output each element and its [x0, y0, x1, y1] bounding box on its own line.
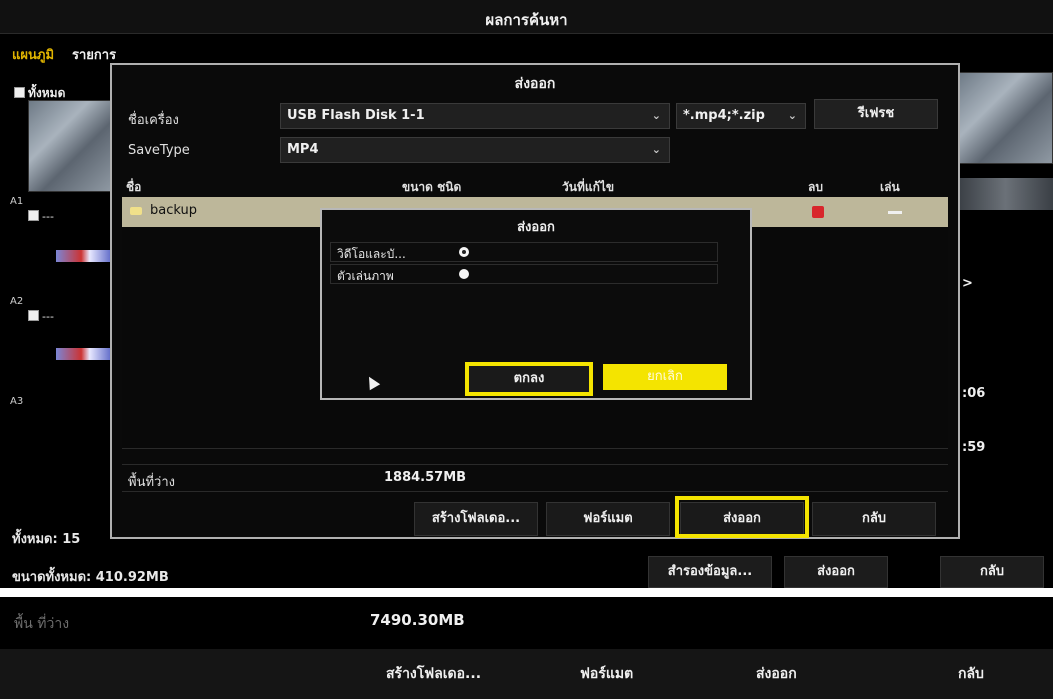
format-button[interactable]: ฟอร์แมต	[580, 663, 633, 685]
video-thumbnail[interactable]	[958, 178, 1053, 210]
free-space-label: พื้น ที่ว่าง	[14, 616, 70, 632]
new-folder-button[interactable]: สร้างโฟลเดอ...	[414, 502, 538, 536]
total-count: ทั้งหมด: 15	[12, 532, 81, 547]
file-name: backup	[150, 203, 197, 218]
chevron-down-icon: ⌄	[651, 143, 661, 156]
file-filter-select[interactable]: *.mp4;*.zip ⌄	[676, 103, 806, 129]
free-space-value: 7490.30MB	[370, 611, 465, 629]
column-size-type: ขนาด ชนิด	[402, 180, 462, 194]
time-label: :06	[962, 386, 986, 401]
back-button[interactable]: กลับ	[940, 556, 1044, 588]
tab-chart[interactable]: แผนภูมิ	[12, 44, 54, 65]
refresh-button[interactable]: รีเฟรช	[814, 99, 938, 129]
channel-label: A3	[10, 396, 24, 407]
export-dialog: ส่งออก ชื่อเครื่อง USB Flash Disk 1-1 ⌄ *…	[110, 63, 960, 539]
format-button[interactable]: ฟอร์แมต	[546, 502, 670, 536]
option-video-and-player[interactable]: วิดีโอและบั...	[330, 242, 718, 262]
channel-item[interactable]: ---	[28, 210, 54, 223]
backup-button[interactable]: สำรองข้อมูล...	[648, 556, 772, 588]
column-name: ชื่อ	[126, 180, 142, 194]
export-footer-zoom: พื้น ที่ว่าง 7490.30MB สร้างโฟลเดอ... ฟอ…	[0, 597, 1053, 699]
page-title: ผลการค้นหา	[485, 11, 568, 29]
column-modified: วันที่แก้ไข	[562, 180, 615, 194]
total-size: ขนาดทั้งหมด: 410.92MB	[12, 570, 169, 585]
dialog-title: ส่งออก	[517, 220, 555, 235]
export-button[interactable]: ส่งออก	[784, 556, 888, 588]
free-space-value: 1884.57MB	[384, 470, 467, 485]
column-delete: ลบ	[808, 180, 823, 194]
select-all-label: ทั้งหมด	[28, 86, 66, 100]
radio-selected-icon[interactable]	[459, 247, 469, 257]
free-space-label: พื้นที่ว่าง	[128, 475, 175, 490]
savetype-label: SaveType	[128, 143, 190, 158]
video-thumbnail[interactable]	[28, 100, 112, 192]
ok-button[interactable]: ตกลง	[465, 362, 593, 396]
chevron-down-icon: ⌄	[787, 109, 797, 122]
channel-label: A2	[10, 296, 24, 307]
free-space-row: พื้นที่ว่าง 1884.57MB	[122, 464, 948, 492]
channel-label: A1	[10, 196, 24, 207]
mouse-cursor-icon	[363, 373, 381, 391]
tab-list[interactable]: รายการ	[72, 44, 116, 65]
right-arrow[interactable]: >	[962, 276, 973, 291]
export-type-dialog: ส่งออก วิดีโอและบั... ตัวเล่นภาพ ตกลง ยก…	[320, 208, 752, 400]
device-label: ชื่อเครื่อง	[128, 113, 179, 128]
option-label: ตัวเล่นภาพ	[337, 269, 394, 283]
cancel-button[interactable]: ยกเลิก	[603, 364, 727, 390]
timeline-bar[interactable]	[56, 348, 112, 360]
checkbox-icon	[14, 87, 25, 98]
checkbox-icon	[28, 310, 39, 321]
folder-icon	[130, 207, 142, 215]
video-thumbnail[interactable]	[958, 72, 1053, 164]
trash-icon[interactable]	[812, 206, 824, 218]
savetype-select[interactable]: MP4 ⌄	[280, 137, 670, 163]
highlight-box	[675, 496, 809, 538]
column-play: เล่น	[880, 180, 900, 194]
search-results-screen: ผลการค้นหา แผนภูมิ รายการ ทั้งหมด A1 ---…	[0, 0, 1053, 588]
back-button[interactable]: กลับ	[958, 663, 984, 685]
option-player[interactable]: ตัวเล่นภาพ	[330, 264, 718, 284]
export-button[interactable]: ส่งออก	[756, 663, 797, 685]
checkbox-icon	[28, 210, 39, 221]
device-select[interactable]: USB Flash Disk 1-1 ⌄	[280, 103, 670, 129]
new-folder-button[interactable]: สร้างโฟลเดอ...	[386, 663, 481, 685]
play-disabled-icon	[888, 211, 902, 214]
channel-item[interactable]: ---	[28, 310, 54, 323]
chevron-down-icon: ⌄	[651, 109, 661, 122]
back-button[interactable]: กลับ	[812, 502, 936, 536]
timeline-bar[interactable]	[56, 250, 112, 262]
button-bar	[0, 649, 1053, 699]
dialog-title: ส่งออก	[514, 76, 556, 92]
time-label: :59	[962, 440, 986, 455]
radio-icon[interactable]	[459, 269, 469, 279]
file-table-header: ชื่อ ขนาด ชนิด วันที่แก้ไข ลบ เล่น	[122, 172, 948, 198]
option-label: วิดีโอและบั...	[337, 247, 406, 261]
